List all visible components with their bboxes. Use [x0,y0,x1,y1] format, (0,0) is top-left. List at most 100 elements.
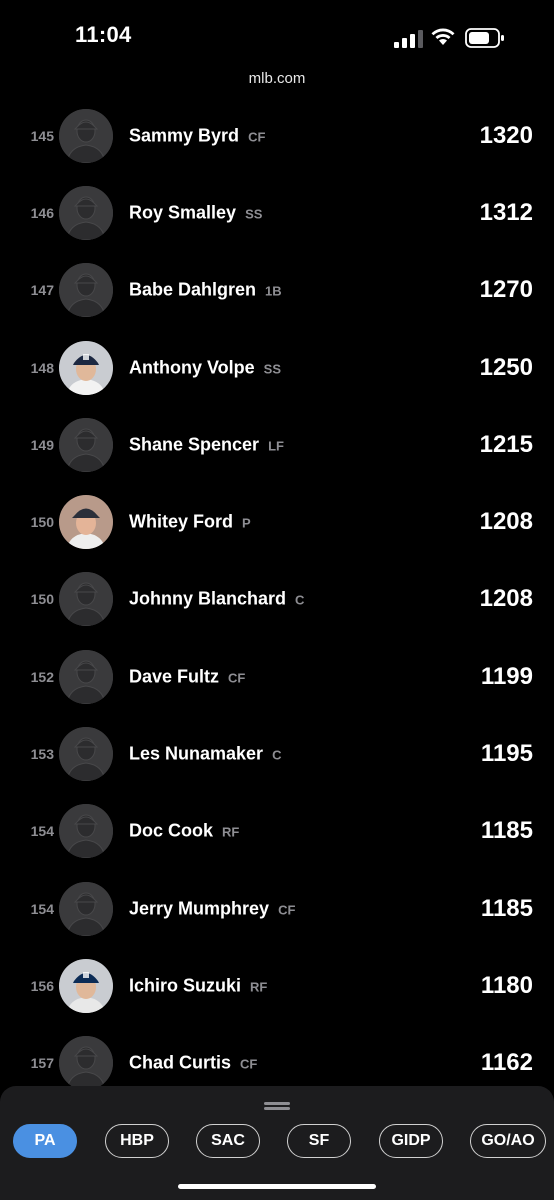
player-rank: 150 [30,514,54,531]
player-silhouette-icon [59,649,113,704]
player-silhouette-icon [59,417,113,472]
status-time: 11:04 [75,22,132,47]
player-position: RF [222,824,240,840]
player-stat-value: 1208 [479,585,533,613]
player-rank: 154 [30,823,54,840]
player-name[interactable]: Dave Fultz [129,666,219,686]
battery-icon [465,28,504,48]
player-info: Babe Dahlgren 1B [129,280,282,301]
leaderboard-row[interactable]: 150 Johnny Blanchard C 1208 [0,561,554,638]
player-avatar[interactable] [59,881,113,936]
player-avatar[interactable] [59,185,113,240]
player-avatar[interactable] [59,572,113,627]
player-stat-value: 1185 [480,894,533,922]
player-info: Ichiro Suzuki RF [129,975,267,996]
player-stat-value: 1312 [479,198,533,226]
browser-url[interactable]: mlb.com [0,70,554,87]
player-avatar[interactable] [59,417,113,472]
player-rank: 146 [30,204,54,221]
player-avatar[interactable] [59,340,113,395]
player-stat-value: 1162 [480,1049,533,1077]
player-position: CF [248,129,266,145]
player-rank: 156 [30,977,54,994]
player-position: CF [228,670,246,686]
player-stat-value: 1320 [479,121,533,149]
player-rank: 157 [30,1055,54,1072]
player-rank: 147 [30,282,54,299]
player-name[interactable]: Sammy Byrd [129,125,239,145]
player-position: SS [245,206,263,222]
player-avatar[interactable] [59,727,113,782]
player-info: Chad Curtis CF [129,1053,257,1074]
home-indicator[interactable] [178,1184,376,1189]
player-info: Dave Fultz CF [129,666,245,687]
player-avatar[interactable] [59,263,113,318]
leaderboard-row[interactable]: 153 Les Nunamaker C 1195 [0,715,554,792]
player-info: Jerry Mumphrey CF [129,898,295,919]
player-name[interactable]: Jerry Mumphrey [129,898,269,918]
player-position: C [295,592,305,608]
player-info: Whitey Ford P [129,512,251,533]
status-bar: 11:04 [0,0,554,70]
leaderboard-list: 145 Sammy Byrd CF 1320 146 Roy Smalley SS 1312 1… [0,97,554,1102]
player-avatar[interactable] [59,495,113,550]
screen: 11:04 mlb.com 145 Sammy Byrd CF 1320 146 Roy … [0,0,554,1200]
player-info: Shane Spencer LF [129,434,284,455]
player-info: Doc Cook RF [129,821,239,842]
player-position: C [272,747,282,763]
stat-tab-pa[interactable]: PA [13,1124,77,1158]
leaderboard-row[interactable]: 152 Dave Fultz CF 1199 [0,638,554,715]
player-info: Anthony Volpe SS [129,357,281,378]
stat-tab-sac[interactable]: SAC [196,1124,260,1158]
leaderboard-row[interactable]: 147 Babe Dahlgren 1B 1270 [0,252,554,329]
player-rank: 152 [30,668,54,685]
player-avatar[interactable] [59,108,113,163]
player-stat-value: 1208 [479,508,533,536]
player-stat-value: 1250 [479,353,533,381]
leaderboard-row[interactable]: 154 Jerry Mumphrey CF 1185 [0,870,554,947]
player-position: SS [263,361,282,377]
stat-tab-sheet: PA HBP SAC SF GIDP GO/AO [0,1086,554,1200]
player-position: CF [240,1056,258,1072]
player-name[interactable]: Whitey Ford [129,512,233,532]
player-stat-value: 1180 [480,971,533,999]
leaderboard-row[interactable]: 150 Whitey Ford P 1208 [0,483,554,560]
player-photo [59,495,113,550]
player-position: RF [250,979,268,995]
player-name[interactable]: Shane Spencer [129,434,259,454]
player-name[interactable]: Babe Dahlgren [129,280,256,300]
stat-tab-sf[interactable]: SF [287,1124,351,1158]
leaderboard-row[interactable]: 154 Doc Cook RF 1185 [0,793,554,870]
player-name[interactable]: Doc Cook [129,821,213,841]
player-name[interactable]: Les Nunamaker [129,744,263,764]
player-info: Roy Smalley SS [129,202,262,223]
player-name[interactable]: Anthony Volpe [129,357,255,377]
player-name[interactable]: Roy Smalley [129,202,236,222]
player-stat-value: 1185 [480,817,533,845]
stat-tab-gidp[interactable]: GIDP [379,1124,443,1158]
cellular-signal-icon [394,30,423,48]
player-avatar[interactable] [59,649,113,704]
leaderboard-row[interactable]: 146 Roy Smalley SS 1312 [0,174,554,251]
player-avatar[interactable] [59,1036,113,1091]
player-avatar[interactable] [59,958,113,1013]
stat-tabs: PA HBP SAC SF GIDP GO/AO [0,1124,554,1160]
player-photo [59,340,113,395]
stat-tab-hbp[interactable]: HBP [105,1124,169,1158]
player-name[interactable]: Johnny Blanchard [129,589,286,609]
leaderboard-row[interactable]: 145 Sammy Byrd CF 1320 [0,97,554,174]
leaderboard-row[interactable]: 156 Ichiro Suzuki RF 1180 [0,947,554,1024]
player-silhouette-icon [59,1036,113,1091]
sheet-drag-handle[interactable] [264,1102,290,1110]
leaderboard-row[interactable]: 148 Anthony Volpe SS 1250 [0,329,554,406]
leaderboard-row[interactable]: 149 Shane Spencer LF 1215 [0,406,554,483]
player-name[interactable]: Ichiro Suzuki [129,975,241,995]
player-photo [59,958,113,1013]
player-stat-value: 1195 [480,740,533,768]
stat-tab-goao[interactable]: GO/AO [470,1124,546,1158]
player-rank: 145 [30,127,54,144]
player-name[interactable]: Chad Curtis [129,1053,231,1073]
player-avatar[interactable] [59,804,113,859]
player-rank: 150 [30,591,54,608]
player-silhouette-icon [59,881,113,936]
